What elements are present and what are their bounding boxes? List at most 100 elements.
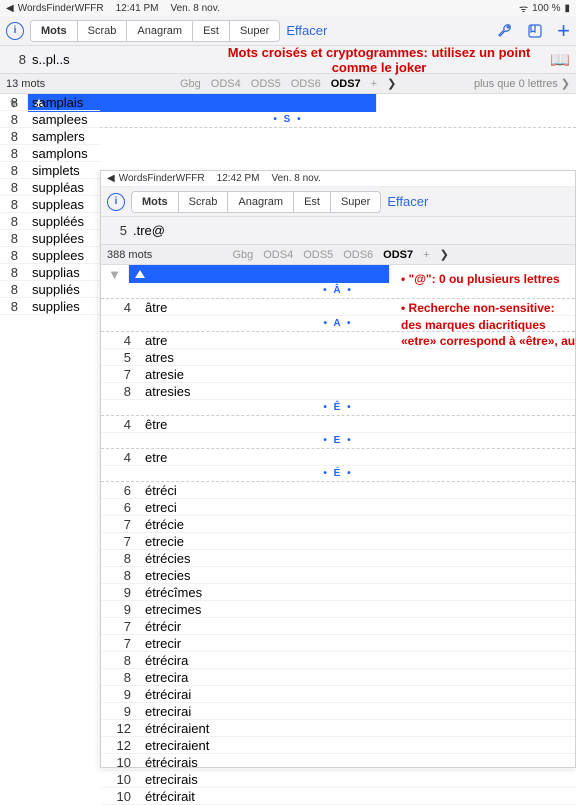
- dict-Gbg[interactable]: Gbg: [232, 249, 253, 261]
- overlay-toolbar: i MotsScrabAnagramEstSuper Effacer: [101, 187, 575, 217]
- list-item[interactable]: 8étrécies: [101, 550, 575, 567]
- bookmark-icon[interactable]: [527, 23, 543, 39]
- list-item[interactable]: 8samplees: [0, 111, 100, 128]
- segment-super[interactable]: Super: [230, 21, 279, 41]
- chevron-right-icon[interactable]: ❯: [440, 248, 449, 261]
- battery-label: 100 %: [532, 3, 560, 14]
- callout-notes: • "@": 0 ou plusieurs lettres • Recherch…: [401, 271, 576, 350]
- length-label: 8: [6, 52, 26, 67]
- back-app-icon[interactable]: ◀: [107, 173, 115, 184]
- list-item[interactable]: 8suppleas: [0, 196, 100, 213]
- list-item[interactable]: 8étrécira: [101, 652, 575, 669]
- list-item[interactable]: 8atresies: [101, 383, 575, 400]
- sort-col-main[interactable]: [129, 265, 389, 283]
- status-date: Ven. 8 nov.: [170, 3, 219, 14]
- chevron-right-icon[interactable]: ❯: [387, 77, 396, 90]
- result-count: 388 mots: [107, 249, 152, 261]
- segment-scrab[interactable]: Scrab: [78, 21, 128, 41]
- list-item[interactable]: 9etrecirai: [101, 703, 575, 720]
- note-at-sign: • "@": 0 ou plusieurs lettres: [401, 271, 576, 288]
- more-letters[interactable]: plus que 0 lettres ❯: [474, 77, 570, 90]
- mode-segmented[interactable]: MotsScrabAnagramEstSuper: [131, 191, 381, 213]
- dict-+[interactable]: +: [423, 249, 429, 261]
- dict-ODS7[interactable]: ODS7: [331, 78, 361, 90]
- dict-Gbg[interactable]: Gbg: [180, 78, 201, 90]
- list-item[interactable]: 8samplons: [0, 145, 100, 162]
- dict-tabs[interactable]: Gbg ODS4 ODS5 ODS6 ODS7 + ❯: [180, 77, 396, 90]
- headline-text: Mots croisés et cryptogrammes: utilisez …: [208, 45, 550, 75]
- segment-est[interactable]: Est: [193, 21, 230, 41]
- status-time: 12:42 PM: [217, 173, 260, 184]
- segment-anagram[interactable]: Anagram: [127, 21, 193, 41]
- overlay-results-list[interactable]: • Â •4âtre• A •4atre5atres7atresie8atres…: [101, 283, 575, 805]
- search-input[interactable]: [32, 52, 208, 67]
- dict-ODS6[interactable]: ODS6: [343, 249, 373, 261]
- list-item[interactable]: 8suppléas: [0, 179, 100, 196]
- list-item[interactable]: 8suppliés: [0, 281, 100, 298]
- list-item[interactable]: 5atres: [101, 349, 575, 366]
- list-item[interactable]: 8simplets: [0, 162, 100, 179]
- results-subbar: 13 mots GbgODS4ODS5ODS6ODS7+❯ plus que 0…: [0, 74, 576, 94]
- segment-mots[interactable]: Mots: [31, 21, 78, 41]
- search-input[interactable]: [133, 223, 569, 238]
- list-item[interactable]: 9étrécirai: [101, 686, 575, 703]
- list-item[interactable]: 9étrécîmes: [101, 584, 575, 601]
- segment-anagram[interactable]: Anagram: [228, 192, 294, 212]
- dict-+[interactable]: +: [371, 78, 377, 90]
- list-item[interactable]: 12étréciraient: [101, 720, 575, 737]
- wrench-icon[interactable]: [497, 23, 513, 39]
- list-item[interactable]: 8supplees: [0, 247, 100, 264]
- dict-ODS6[interactable]: ODS6: [291, 78, 321, 90]
- list-item[interactable]: 7étrécie: [101, 516, 575, 533]
- status-date: Ven. 8 nov.: [271, 173, 320, 184]
- list-item[interactable]: 10étrécirais: [101, 754, 575, 771]
- mode-segmented[interactable]: MotsScrabAnagramEstSuper: [30, 20, 280, 42]
- list-item[interactable]: 7atresie: [101, 366, 575, 383]
- dict-ODS4[interactable]: ODS4: [211, 78, 241, 90]
- back-app-icon[interactable]: ◀: [6, 3, 14, 14]
- info-icon[interactable]: i: [6, 22, 24, 40]
- book-icon[interactable]: 📖: [550, 50, 570, 70]
- info-icon[interactable]: i: [107, 193, 125, 211]
- list-item[interactable]: 4etre: [101, 449, 575, 466]
- list-item[interactable]: 10étrécirait: [101, 788, 575, 805]
- segment-scrab[interactable]: Scrab: [179, 192, 229, 212]
- list-item[interactable]: 8samplais: [0, 94, 100, 111]
- list-item[interactable]: 4être: [101, 416, 575, 433]
- segment-mots[interactable]: Mots: [132, 192, 179, 212]
- overlay-search-bar: 5: [101, 217, 575, 245]
- list-item[interactable]: 7etrecie: [101, 533, 575, 550]
- list-item[interactable]: 9etrecimes: [101, 601, 575, 618]
- segment-super[interactable]: Super: [331, 192, 380, 212]
- list-item[interactable]: 8supplias: [0, 264, 100, 281]
- list-item[interactable]: 6étréci: [101, 482, 575, 499]
- dict-ODS5[interactable]: ODS5: [303, 249, 333, 261]
- list-item[interactable]: 8etrecira: [101, 669, 575, 686]
- segment-est[interactable]: Est: [294, 192, 331, 212]
- list-item[interactable]: 7étrécir: [101, 618, 575, 635]
- list-item[interactable]: 8samplers: [0, 128, 100, 145]
- list-item[interactable]: 12etreciraient: [101, 737, 575, 754]
- back-app-label[interactable]: WordsFinderWFFR: [119, 173, 205, 184]
- dict-ODS4[interactable]: ODS4: [263, 249, 293, 261]
- list-item[interactable]: 10etrecirais: [101, 771, 575, 788]
- list-item[interactable]: 8supplies: [0, 298, 100, 315]
- dict-tabs[interactable]: Gbg ODS4 ODS5 ODS6 ODS7 + ❯: [232, 248, 448, 261]
- clear-button[interactable]: Effacer: [387, 194, 428, 209]
- sort-col-extra[interactable]: [376, 94, 576, 112]
- list-item[interactable]: 8supplées: [0, 230, 100, 247]
- list-item[interactable]: 8etrecies: [101, 567, 575, 584]
- add-icon[interactable]: +: [557, 18, 570, 44]
- list-item[interactable]: 7etrecir: [101, 635, 575, 652]
- clear-button[interactable]: Effacer: [286, 23, 327, 38]
- results-list-left[interactable]: 8samplais8samplees8samplers8samplons8sim…: [0, 94, 100, 768]
- note-case-3: «etre» correspond à «être», aussi: [401, 333, 576, 350]
- back-app-label[interactable]: WordsFinderWFFR: [18, 3, 104, 14]
- dict-ODS7[interactable]: ODS7: [383, 249, 413, 261]
- list-item[interactable]: 6etreci: [101, 499, 575, 516]
- dict-ODS5[interactable]: ODS5: [251, 78, 281, 90]
- list-item[interactable]: 8suppléés: [0, 213, 100, 230]
- sort-col-toggle[interactable]: ▼: [101, 265, 129, 283]
- note-case-1: • Recherche non-sensitive:: [401, 300, 576, 317]
- main-window: ◀ WordsFinderWFFR 12:41 PM Ven. 8 nov. ᯤ…: [0, 0, 576, 128]
